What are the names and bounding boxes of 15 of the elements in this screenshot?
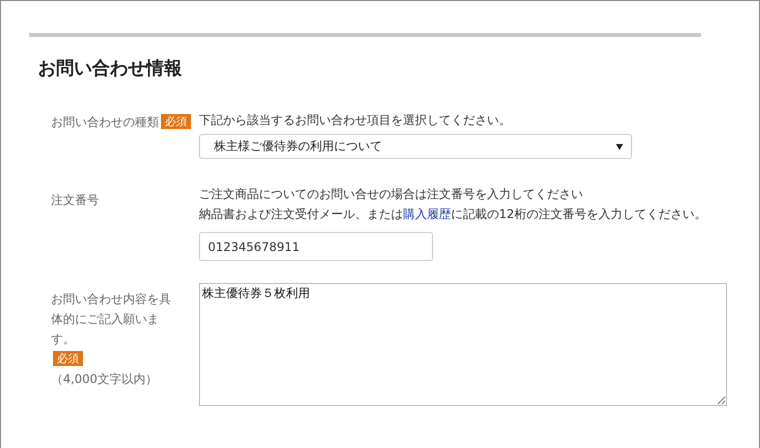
inquiry-type-select[interactable]: 株主様ご優待券の利用について — [199, 134, 632, 159]
instruction-text: 納品書および注文受付メール、または購入履歴に記載の12桁の注文番号を入力してください。 — [199, 206, 706, 223]
required-badge: 必須 — [161, 114, 191, 129]
field-label: お問い合わせの種類 — [51, 115, 159, 129]
order-number-field[interactable]: 012345678911 — [199, 232, 433, 261]
purchase-history-link[interactable]: 購入履歴 — [403, 207, 451, 221]
instruction-text: ご注文商品についてのお問い合せの場合は注文番号を入力してください — [199, 186, 584, 203]
character-limit-note: （4,000文字以内） — [51, 371, 158, 388]
inquiry-content-field[interactable]: 株主優待券５枚利用 — [199, 283, 727, 406]
caret-icon — [616, 144, 623, 150]
field-label: 注文番号 — [51, 193, 99, 207]
instruction-text: 下記から該当するお問い合わせ項目を選択してください。 — [199, 112, 512, 129]
required-badge: 必須 — [53, 351, 83, 366]
field-label: お問い合わせ内容を具体的にご記入願います。 — [51, 291, 172, 348]
section-title: お問い合わせ情報 — [38, 57, 183, 81]
